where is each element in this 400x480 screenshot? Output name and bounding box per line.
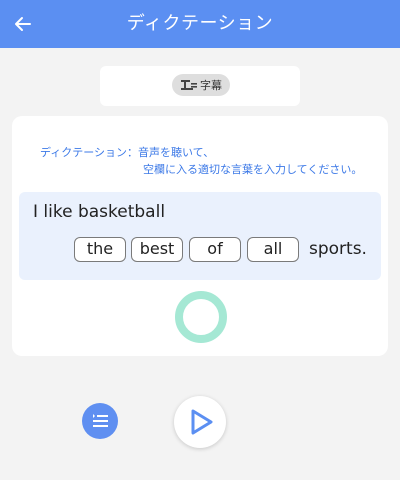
subtitle-toggle-button[interactable]: 字幕	[172, 74, 230, 96]
dictation-card: ディクテーション：音声を聴いて、 空欄に入る適切な言葉を入力してください。 I …	[12, 116, 388, 356]
subtitle-panel: 字幕	[100, 66, 300, 106]
sentence-box: I like basketball the best of all sports…	[19, 192, 381, 280]
blank-answer-3[interactable]: of	[189, 237, 241, 262]
list-icon	[93, 414, 108, 427]
blank-answer-4[interactable]: all	[247, 237, 299, 262]
blank-answer-2[interactable]: best	[131, 237, 183, 262]
instruction-text: ディクテーション：音声を聴いて、 空欄に入る適切な言葉を入力してください。	[40, 144, 376, 178]
list-button[interactable]	[82, 403, 118, 439]
instruction-label: ディクテーション：	[40, 146, 139, 159]
audio-ring-icon	[175, 291, 227, 343]
bottom-controls	[0, 380, 400, 480]
subtitle-label: 字幕	[200, 79, 222, 92]
subtitle-icon	[181, 80, 197, 90]
sentence-start: I like basketball	[33, 202, 166, 222]
play-icon	[191, 409, 213, 435]
blank-answer-1[interactable]: the	[74, 237, 126, 262]
sentence-end: sports.	[309, 239, 367, 259]
play-button[interactable]	[174, 396, 226, 448]
page-title: ディクテーション	[126, 13, 274, 34]
instruction-line-1: 音声を聴いて、	[138, 146, 215, 159]
instruction-line-2: 空欄に入る適切な言葉を入力してください。	[143, 163, 363, 176]
app-header: ディクテーション	[0, 0, 400, 48]
